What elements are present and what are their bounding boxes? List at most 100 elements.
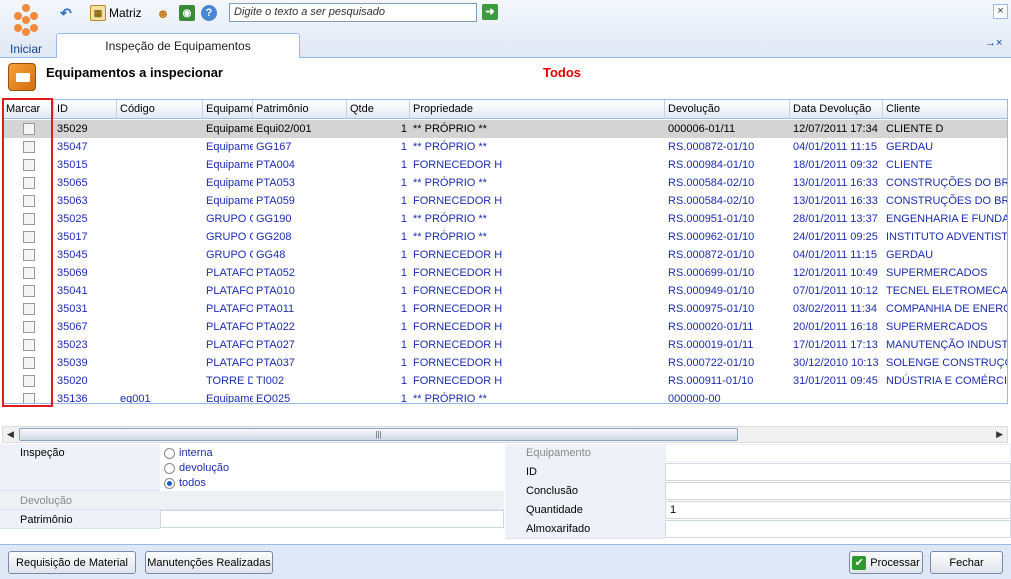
row-checkbox[interactable] [23,159,35,171]
column-header-8[interactable]: Data Devolução [790,100,883,119]
horizontal-scrollbar[interactable]: ◀ ||| ▶ [2,426,1008,443]
cell-codigo: eq001 [120,393,151,404]
cell-id: 35025 [57,213,88,225]
table-row[interactable]: 35065 Equipame PTA053 1 ** PRÓPRIO ** RS.0005… [3,174,1007,192]
quantidade-field[interactable]: 1 [665,501,1011,519]
column-header-0[interactable]: Marcar [3,100,54,119]
id-field[interactable] [665,463,1011,481]
table-row[interactable]: 35045 GRUPO G GG48 1 FORNECEDOR H RS.000872-0… [3,246,1007,264]
row-checkbox[interactable] [23,303,35,315]
cell-data: 12/07/2011 17:34 [793,123,878,135]
cell-patrimonio: PTA022 [256,321,295,333]
scroll-thumb[interactable]: ||| [19,428,738,441]
cell-patrimonio: PTA011 [256,303,295,315]
cell-qtde: 1 [400,213,407,225]
users-button[interactable]: ☻ [155,3,171,23]
row-checkbox[interactable] [23,267,35,279]
footer-bar: Requisição de Material Manutenções Reali… [0,544,1011,579]
close-icon[interactable]: × [993,4,1008,19]
row-checkbox[interactable] [23,321,35,333]
row-checkbox[interactable] [23,249,35,261]
help-button[interactable]: ? [201,3,217,23]
row-checkbox[interactable] [23,339,35,351]
cell-data: 31/01/2011 09:45 [793,375,878,387]
column-header-2[interactable]: Código [117,100,203,119]
table-row[interactable]: 35015 Equipame PTA004 1 FORNECEDOR H RS.00098… [3,156,1007,174]
row-checkbox[interactable] [23,285,35,297]
cell-devolucao: 000000-00 [668,393,721,404]
scroll-left-icon[interactable]: ◀ [7,429,14,440]
cell-patrimonio: PTA004 [256,159,295,171]
table-row[interactable]: 35063 Equipame PTA059 1 FORNECEDOR H RS.00058… [3,192,1007,210]
cell-codigo [117,336,203,354]
cell-equip: PLATAFO [206,285,253,297]
app-logo-icon [10,4,42,36]
column-header-1[interactable]: ID [54,100,117,119]
cell-qtde: 1 [400,177,407,189]
row-checkbox[interactable] [23,231,35,243]
row-checkbox[interactable] [23,357,35,369]
table-row[interactable]: 35047 Equipame GG167 1 ** PRÓPRIO ** RS.00087… [3,138,1007,156]
row-checkbox[interactable] [23,123,35,135]
table-row[interactable]: 35039 PLATAFO PTA037 1 FORNECEDOR H RS.000722… [3,354,1007,372]
table-row[interactable]: 35031 PLATAFO PTA011 1 FORNECEDOR H RS.000975… [3,300,1007,318]
cell-patrimonio: PTA027 [256,339,295,351]
cell-cliente [883,390,1007,403]
matriz-button[interactable]: ▦ Matriz [90,3,142,23]
manutencoes-realizadas-button[interactable]: Manutenções Realizadas [145,551,273,574]
column-header-3[interactable]: Equipame [203,100,253,119]
radio-devolucao[interactable]: devolução [164,462,229,474]
cell-id: 35023 [57,339,88,351]
undo-button[interactable]: ↶ [58,3,74,23]
cell-cliente: SOLENGE CONSTRUÇÕES [886,357,1007,369]
cell-equip: Equipame [206,393,253,404]
column-header-5[interactable]: Qtde [347,100,410,119]
radio-interna[interactable]: interna [164,447,213,459]
scroll-right-icon[interactable]: ▶ [996,429,1003,440]
row-checkbox[interactable] [23,177,35,189]
processar-button[interactable]: ✔ Processar [849,551,923,574]
cell-patrimonio: PTA037 [256,357,295,369]
radio-todos[interactable]: todos [164,477,206,489]
table-row[interactable]: 35017 GRUPO G GG208 1 ** PRÓPRIO ** RS.000962… [3,228,1007,246]
row-checkbox[interactable] [23,195,35,207]
table-row[interactable]: 35069 PLATAFO PTA052 1 FORNECEDOR H RS.000699… [3,264,1007,282]
row-checkbox[interactable] [23,213,35,225]
cell-codigo [117,138,203,156]
conclusao-field[interactable] [665,482,1011,500]
column-header-4[interactable]: Patrimônio [253,100,347,119]
search-input[interactable]: Digite o texto a ser pesquisado [229,3,477,22]
table-row[interactable]: 35136 eq001 Equipame EQ025 1 ** PRÓPRIO ** 000… [3,390,1007,404]
column-header-9[interactable]: Cliente [883,100,1007,119]
cell-cliente: CLIENTE [886,159,933,171]
table-row[interactable]: 35041 PLATAFO PTA010 1 FORNECEDOR H RS.000949… [3,282,1007,300]
row-checkbox[interactable] [23,375,35,387]
tab-inspecao-equipamentos[interactable]: Inspeção de Equipamentos [56,33,300,58]
table-row[interactable]: 35023 PLATAFO PTA027 1 FORNECEDOR H RS.000019… [3,336,1008,354]
column-header-6[interactable]: Propriedade [410,100,665,119]
equipment-grid: Marcar ID Código Equipame Patrimônio Qtde Prop… [2,99,1008,404]
patrimonio-field[interactable] [160,510,504,528]
almoxarifado-field[interactable] [665,520,1011,538]
table-row[interactable]: 35025 GRUPO G GG190 1 ** PRÓPRIO ** RS.000951… [3,210,1007,228]
cell-propriedade: FORNECEDOR H [413,249,503,261]
view-button[interactable]: ◉ [179,3,195,23]
table-row[interactable]: 35029 Equipame Equi02/001 1 ** PRÓPRIO ** 000… [3,120,1007,138]
cell-cliente: SUPERMERCADOS [886,321,988,333]
row-checkbox[interactable] [23,141,35,153]
table-row[interactable]: 35067 PLATAFO PTA022 1 FORNECEDOR H RS.000020… [3,318,1007,336]
column-header-7[interactable]: Devolução [665,100,790,119]
search-go-icon[interactable]: ➜ [482,4,498,20]
fechar-button[interactable]: Fechar [930,551,1003,574]
cell-id: 35029 [57,123,88,135]
cell-patrimonio: GG208 [256,231,292,243]
cell-propriedade: FORNECEDOR H [413,267,503,279]
requisicao-material-button[interactable]: Requisição de Material [8,551,136,574]
cell-propriedade: ** PRÓPRIO ** [413,393,487,404]
cell-codigo [117,192,203,210]
tab-scroll-icon[interactable]: →× [985,37,1002,49]
row-checkbox[interactable] [23,393,35,403]
cell-cliente: MANUTENÇÃO INDUSTRIA [886,339,1008,351]
start-button[interactable]: Iniciar [4,2,48,56]
table-row[interactable]: 35020 TORRE DITI002 1 FORNECEDOR H RS.000911… [3,372,1007,390]
